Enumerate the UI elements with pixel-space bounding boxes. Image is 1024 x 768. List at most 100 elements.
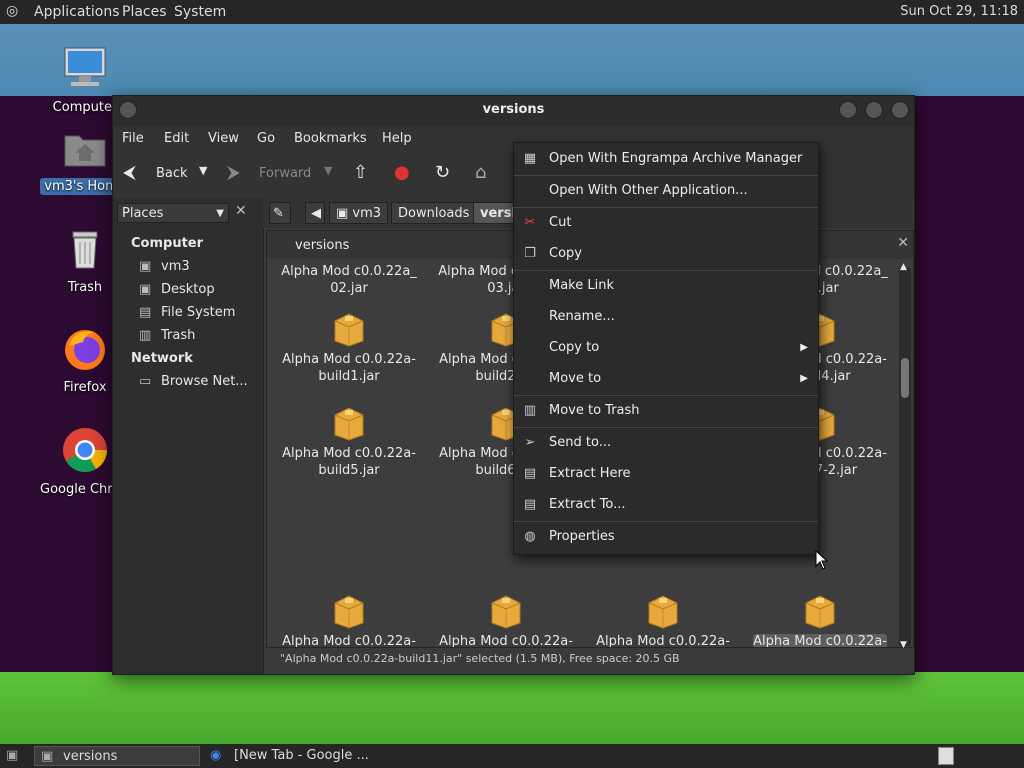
sidebar-item-desktop[interactable]: ▣ Desktop <box>139 282 215 297</box>
menu-edit[interactable]: Edit <box>164 131 189 146</box>
sidebar-item-label: Trash <box>161 328 196 343</box>
computer-icon <box>64 47 106 86</box>
drive-icon: ▤ <box>139 305 152 320</box>
home-icon[interactable]: ⌂ <box>475 162 486 183</box>
show-desktop-icon[interactable]: ▣ <box>6 748 18 763</box>
mouse-cursor-icon <box>815 550 829 570</box>
file-item[interactable]: Alpha Mod c0.0.22a_ 02.jar <box>279 263 419 297</box>
file-name: build5.jar <box>318 463 380 478</box>
file-name: Alpha Mod c0.0.22a- <box>439 634 573 648</box>
sidebar-item-label: File System <box>161 305 236 320</box>
menu-item-copy-to[interactable]: Copy to ▶ <box>514 333 818 363</box>
sidebar-heading-network: Network <box>131 351 193 366</box>
taskbar-item-label: versions <box>63 749 118 764</box>
maximize-button[interactable] <box>865 101 883 119</box>
taskbar: ▣ ▣ versions ◉ [New Tab - Google ... <box>0 744 1024 768</box>
file-name: Alpha Mod c0.0.22a- <box>753 634 887 648</box>
menu-item-move-to-trash[interactable]: ▥ Move to Trash <box>514 396 818 426</box>
reload-icon[interactable]: ↻ <box>435 162 450 183</box>
stop-icon[interactable]: ● <box>394 162 410 183</box>
applications-menu[interactable]: Applications <box>34 4 120 20</box>
file-item[interactable]: Alpha Mod c0.0.22a-build9.jar <box>436 593 576 648</box>
send-icon: ➢ <box>524 435 536 450</box>
file-item[interactable]: Alpha Mod c0.0.22a-build8.jar <box>279 593 419 647</box>
menu-item-properties[interactable]: ◍ Properties <box>514 522 818 552</box>
scrollbar[interactable]: ▲ ▼ <box>899 262 911 650</box>
home-folder-icon: ▣ <box>139 259 152 274</box>
status-bar: "Alpha Mod c0.0.22a-build11.jar" selecte… <box>280 652 680 665</box>
sidebar-item-trash[interactable]: ▥ Trash <box>139 328 195 343</box>
system-menu[interactable]: System <box>174 4 226 20</box>
archive-manager-icon: ▦ <box>523 151 537 166</box>
jar-archive-icon <box>334 407 364 441</box>
home-folder-icon <box>64 135 106 167</box>
forward-button[interactable]: Forward <box>259 166 311 181</box>
menu-item-extract-here[interactable]: ▤ Extract Here <box>514 459 818 489</box>
menu-item-cut[interactable]: ✂ Cut <box>514 208 818 238</box>
desktop-grass <box>0 672 1024 744</box>
file-item[interactable]: Alpha Mod c0.0.22a-build1.jar <box>279 311 419 385</box>
menu-item-open-with-engrampa[interactable]: ▦ Open With Engrampa Archive Manager <box>514 144 818 174</box>
file-item[interactable]: Alpha Mod c0.0.22a-build5.jar <box>279 405 419 479</box>
clock[interactable]: Sun Oct 29, 11:18 <box>900 4 1018 19</box>
copy-icon: ❐ <box>524 246 536 261</box>
scroll-thumb[interactable] <box>901 358 909 398</box>
minimize-button[interactable] <box>839 101 857 119</box>
sidebar-item-file-system[interactable]: ▤ File System <box>139 305 235 320</box>
sidebar-item-label: Browse Net... <box>161 374 248 389</box>
tab-versions[interactable]: versions <box>295 238 349 253</box>
sidebar-item-browse-network[interactable]: ▭ Browse Net... <box>139 374 248 389</box>
forward-arrow-icon[interactable]: ⮞ <box>227 162 240 183</box>
places-menu[interactable]: Places <box>122 4 167 20</box>
menu-help[interactable]: Help <box>382 131 412 146</box>
taskbar-item-versions[interactable]: ▣ versions <box>34 746 200 766</box>
sidebar-item-label: vm3 <box>161 259 190 274</box>
back-history-dropdown-icon[interactable]: ▼ <box>199 164 207 177</box>
path-left-arrow-icon[interactable]: ◀ <box>305 202 325 224</box>
edit-location-icon[interactable]: ✎ <box>269 202 291 224</box>
menu-item-copy[interactable]: ❐ Copy <box>514 239 818 269</box>
file-name: 02.jar <box>330 281 368 296</box>
mate-logo-icon[interactable]: ◎ <box>6 3 18 19</box>
file-item[interactable]: Alpha Mod c0.0.22a-build10.jar <box>593 593 733 647</box>
menu-item-open-with-other[interactable]: Open With Other Application... <box>514 176 818 206</box>
forward-history-dropdown-icon[interactable]: ▼ <box>324 164 332 177</box>
menu-view[interactable]: View <box>208 131 239 146</box>
extract-icon: ▤ <box>523 497 537 512</box>
file-name: Alpha Mod c0.0.22a- <box>282 352 416 367</box>
up-arrow-icon[interactable]: ⇧ <box>353 162 368 183</box>
sidebar-close-icon[interactable]: ✕ <box>235 203 247 219</box>
top-panel: ◎ Applications Places System Sun Oct 29,… <box>0 0 1024 24</box>
properties-icon: ◍ <box>524 529 536 544</box>
breadcrumb-downloads[interactable]: Downloads <box>391 202 477 224</box>
tab-close-icon[interactable]: ✕ <box>897 235 909 251</box>
trash-icon <box>72 231 98 269</box>
menu-item-make-link[interactable]: Make Link <box>514 271 818 301</box>
window-titlebar[interactable]: versions <box>113 96 914 126</box>
file-name: build1.jar <box>318 369 380 384</box>
menu-item-move-to[interactable]: Move to ▶ <box>514 364 818 394</box>
breadcrumb-vm3[interactable]: ▣ vm3 <box>329 202 389 224</box>
menu-go[interactable]: Go <box>257 131 275 146</box>
extract-icon: ▤ <box>523 466 537 481</box>
taskbar-item-chrome[interactable]: ◉ [New Tab - Google ... <box>206 746 376 766</box>
file-item[interactable]: Alpha Mod c0.0.22a-build11.jar <box>750 593 890 648</box>
sidebar: Places ▼ ✕ Computer ▣ vm3 ▣ Desktop ▤ File … <box>113 198 264 674</box>
menu-file[interactable]: File <box>122 131 144 146</box>
places-selector[interactable]: Places ▼ <box>117 203 229 223</box>
jar-archive-icon <box>334 313 364 347</box>
jar-archive-icon <box>334 595 364 629</box>
menu-item-extract-to[interactable]: ▤ Extract To... <box>514 490 818 520</box>
menu-item-send-to[interactable]: ➢ Send to... <box>514 428 818 458</box>
back-button[interactable]: Back <box>156 166 188 181</box>
close-button[interactable] <box>891 101 909 119</box>
menu-item-rename[interactable]: Rename... <box>514 302 818 332</box>
sidebar-item-vm3[interactable]: ▣ vm3 <box>139 259 190 274</box>
menu-bookmarks[interactable]: Bookmarks <box>294 131 367 146</box>
scissors-icon: ✂ <box>524 215 536 230</box>
back-arrow-icon[interactable]: ⮜ <box>123 162 136 183</box>
workspace-switcher[interactable] <box>938 747 954 765</box>
desktop-sky <box>0 24 1024 96</box>
window-menu-button[interactable] <box>119 101 137 119</box>
scroll-up-icon[interactable]: ▲ <box>900 262 907 272</box>
